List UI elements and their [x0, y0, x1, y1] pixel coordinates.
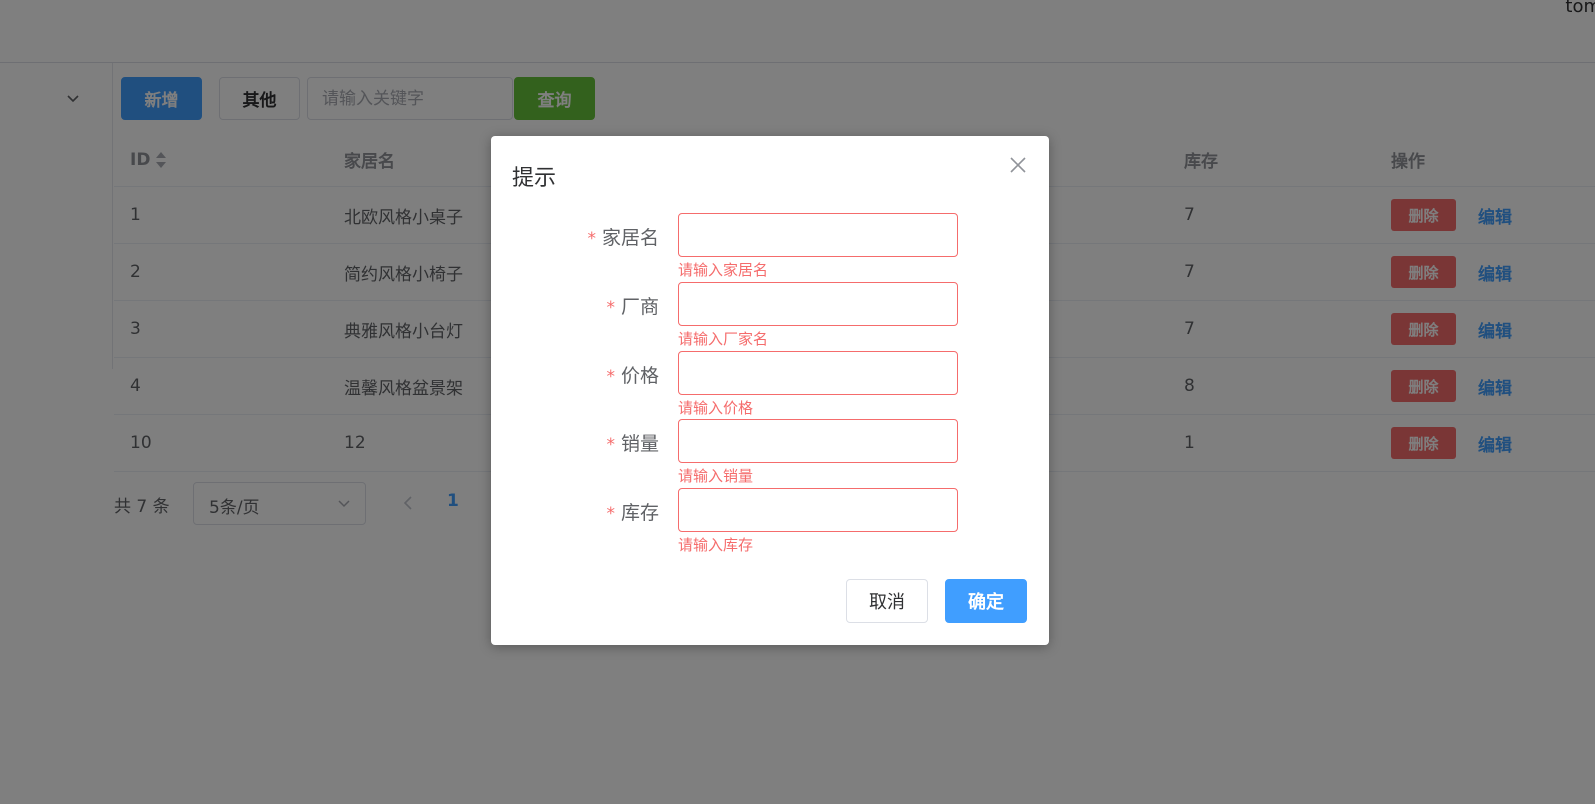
maker-input[interactable] [678, 282, 958, 326]
field-error: 请输入销量 [678, 467, 754, 485]
add-furniture-dialog: 提示 * 家居名 请输入家居名 * 厂商 请输入厂家名 * 价格 请输入价格 * 销量 … [491, 136, 1049, 645]
field-label: * 销量 [606, 429, 659, 456]
form-item-stock: * 库存 请输入库存 [491, 488, 1049, 556]
field-error: 请输入家居名 [678, 261, 769, 279]
form-item-sales: * 销量 请输入销量 [491, 419, 1049, 487]
required-asterisk: * [606, 504, 615, 524]
field-error: 请输入厂家名 [678, 330, 769, 348]
form-item-price: * 价格 请输入价格 [491, 351, 1049, 419]
field-label: * 厂商 [606, 292, 659, 319]
dialog-title: 提示 [512, 166, 557, 191]
name-input[interactable] [678, 213, 958, 257]
field-label: * 家居名 [587, 223, 659, 250]
field-error: 请输入库存 [678, 536, 754, 554]
form-item-name: * 家居名 请输入家居名 [491, 213, 1049, 281]
field-error: 请输入价格 [678, 399, 754, 417]
required-asterisk: * [587, 229, 596, 249]
field-label-text: 销量 [620, 433, 659, 455]
field-label: * 库存 [606, 498, 659, 525]
field-label: * 价格 [606, 361, 659, 388]
price-input[interactable] [678, 351, 958, 395]
field-label-text: 家居名 [601, 227, 659, 249]
field-label-text: 价格 [620, 365, 659, 387]
required-asterisk: * [606, 367, 615, 387]
required-asterisk: * [606, 298, 615, 318]
form-item-maker: * 厂商 请输入厂家名 [491, 282, 1049, 350]
field-label-text: 库存 [620, 502, 659, 524]
close-icon[interactable] [1009, 156, 1027, 174]
confirm-button[interactable]: 确定 [945, 579, 1027, 623]
field-label-text: 厂商 [620, 296, 659, 318]
cancel-button[interactable]: 取消 [846, 579, 928, 623]
sales-input[interactable] [678, 419, 958, 463]
required-asterisk: * [606, 435, 615, 455]
stock-input[interactable] [678, 488, 958, 532]
